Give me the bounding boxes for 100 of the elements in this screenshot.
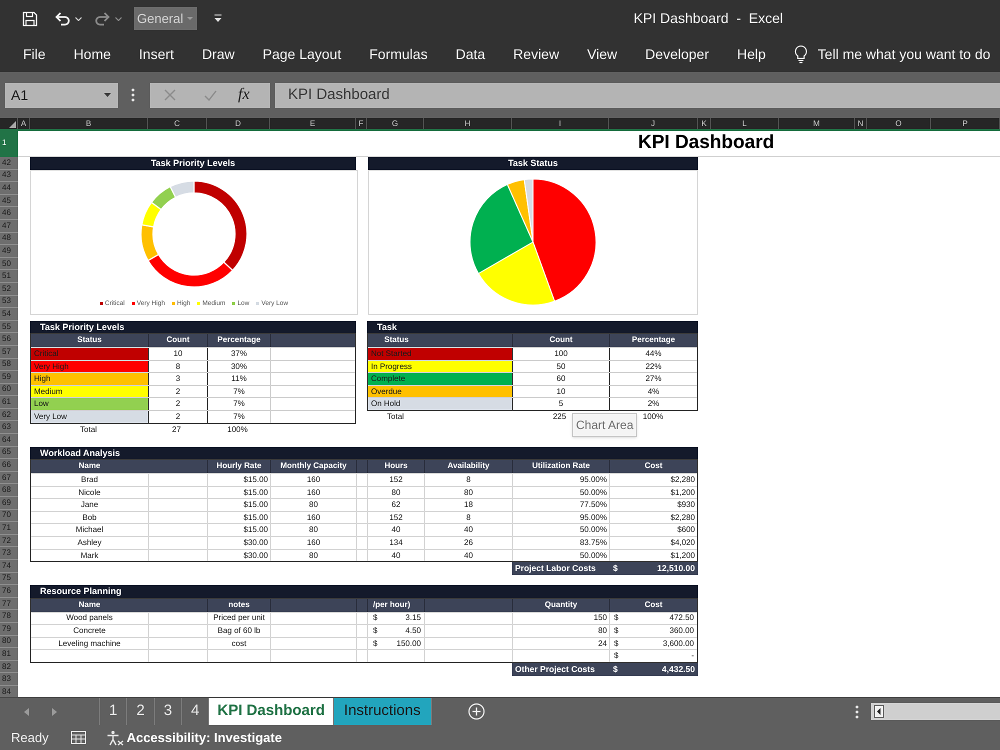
dropdown-caret-icon[interactable]: [214, 14, 222, 23]
table-header: Name: [78, 598, 102, 611]
menu-item[interactable]: Formulas: [355, 37, 442, 72]
table-cell: $600: [609, 524, 697, 536]
table-cell: 134: [367, 536, 424, 549]
table-cell: 44%: [609, 348, 697, 360]
status-text: Ready: [11, 728, 49, 747]
column-header[interactable]: I: [512, 118, 609, 129]
table-header: Name: [78, 460, 102, 472]
column-header[interactable]: K: [698, 118, 711, 129]
scroll-left-icon[interactable]: [874, 705, 884, 718]
table-cell: 95.00%: [512, 474, 609, 486]
menu-item[interactable]: File: [9, 37, 60, 72]
table-cell: 40: [424, 524, 512, 536]
number-format-dropdown[interactable]: General: [134, 7, 197, 30]
caret-icon: [115, 16, 122, 20]
total-label: Total: [386, 410, 405, 423]
sheet-tab[interactable]: Instructions: [334, 698, 432, 725]
table-header: /per hour): [367, 598, 424, 612]
table-cell: $1,200: [609, 486, 697, 498]
column-header[interactable]: A: [18, 118, 30, 129]
table-cell: 160: [270, 474, 356, 486]
currency-symbol: $: [372, 612, 378, 624]
column-header[interactable]: C: [148, 118, 207, 129]
table-cell-text: 4.50: [405, 624, 422, 637]
sheet-tab[interactable]: KPI Dashboard: [209, 698, 334, 725]
table-cell-text: 360.00: [670, 624, 695, 637]
status-cell: High: [31, 373, 148, 385]
formula-input[interactable]: KPI Dashboard: [275, 82, 1000, 108]
menu-item[interactable]: Page Layout: [248, 37, 356, 72]
column-header[interactable]: E: [270, 118, 356, 129]
table-header: Availability: [424, 460, 512, 473]
column-header[interactable]: B: [30, 118, 148, 129]
accessibility-icon[interactable]: [106, 730, 124, 746]
caret-icon[interactable]: [104, 93, 111, 97]
column-header[interactable]: O: [867, 118, 931, 129]
row-header[interactable]: 1: [0, 129, 18, 157]
table-header: Status: [383, 334, 410, 346]
table-cell-text: 27: [171, 424, 182, 436]
table-cell: 27%: [609, 373, 697, 385]
table-cell-text: Jane: [80, 499, 100, 511]
insert-function-button[interactable]: fx: [238, 87, 250, 103]
table-cell: cost: [232, 638, 246, 650]
table-title-bar: Resource Planning: [30, 585, 698, 598]
currency-symbol: $: [613, 650, 618, 662]
menu-item[interactable]: View: [573, 37, 632, 72]
column-header[interactable]: F: [356, 118, 367, 129]
table-title-bar: Task: [367, 320, 698, 334]
column-header[interactable]: J: [609, 118, 698, 129]
table-cell-text: 225: [552, 410, 568, 423]
add-sheet-icon[interactable]: [468, 703, 485, 720]
column-header[interactable]: H: [424, 118, 512, 129]
table-cell: 40: [424, 550, 512, 562]
tell-me-field[interactable]: Tell me what you want to do: [818, 44, 1000, 65]
undo-icon[interactable]: [54, 11, 71, 26]
table-cell: 8: [148, 360, 207, 372]
menu-item[interactable]: Insert: [124, 37, 188, 72]
menu-item[interactable]: Developer: [631, 37, 723, 72]
status-cell: Low: [31, 398, 148, 410]
menu-item[interactable]: Help: [723, 37, 780, 72]
table-cell: 2: [148, 410, 207, 423]
menu-item[interactable]: Review: [499, 37, 574, 72]
sheet-icon[interactable]: [70, 731, 86, 744]
table-cell: 100: [512, 348, 609, 360]
column-header[interactable]: L: [711, 118, 779, 129]
currency-symbol: $: [613, 624, 618, 637]
more-options-icon[interactable]: [855, 704, 859, 718]
table-cell: 80: [424, 486, 512, 498]
table-cell: 7%: [207, 386, 270, 398]
save-icon[interactable]: [22, 10, 38, 26]
table-cell: $15.00: [207, 486, 270, 498]
currency-symbol: $: [612, 562, 618, 575]
horizontal-scrollbar[interactable]: [871, 703, 1000, 720]
table-cell: 95.00%: [512, 512, 609, 524]
accessibility-status[interactable]: Accessibility: Investigate: [126, 728, 282, 748]
column-header[interactable]: G: [367, 118, 424, 129]
total-label: Other Project Costs: [514, 662, 596, 676]
table-cell: 40: [367, 550, 424, 562]
lightbulb-icon[interactable]: [794, 45, 808, 64]
table-cell-text: 150.00: [396, 638, 422, 650]
table-cell: 80: [270, 499, 356, 511]
status-cell: Medium: [31, 386, 148, 398]
column-header[interactable]: M: [779, 118, 855, 129]
table-cell: $30.00: [207, 536, 270, 549]
name-box[interactable]: A1: [5, 82, 118, 108]
table-cell: 7%: [207, 410, 270, 423]
check-icon[interactable]: [204, 90, 217, 100]
caret-icon[interactable]: [75, 16, 82, 20]
table-cell: 2: [148, 398, 207, 410]
table-cell: $30.00: [207, 550, 270, 562]
table-cell: 152: [367, 512, 424, 524]
table-cell: 8: [424, 512, 512, 524]
menu-item[interactable]: Home: [60, 37, 125, 72]
column-header[interactable]: D: [207, 118, 270, 129]
menu-item[interactable]: Draw: [188, 37, 249, 72]
column-header[interactable]: P: [931, 118, 1000, 129]
more-options-icon[interactable]: [131, 88, 135, 102]
table-header: Hours: [367, 460, 424, 473]
column-header[interactable]: N: [855, 118, 867, 129]
menu-item[interactable]: Data: [442, 37, 500, 72]
